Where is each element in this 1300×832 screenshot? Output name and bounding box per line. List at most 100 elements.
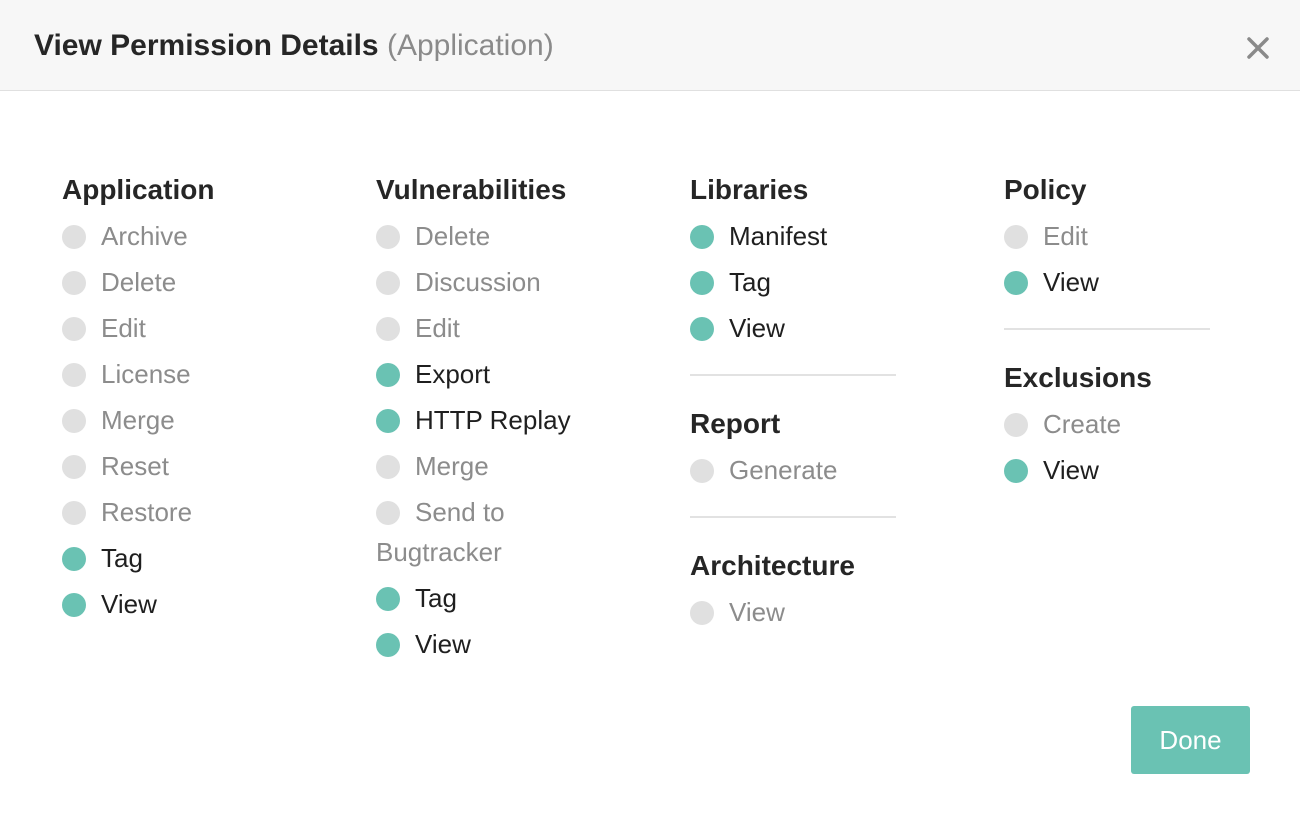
permission-label: Manifest [729,221,828,251]
permission-item: Restore [62,492,302,532]
section-title: Architecture [690,550,855,581]
status-dot-icon [376,271,400,295]
permission-label: View [729,313,785,343]
permission-item: Archive [62,216,302,256]
section-vulnerabilities: Vulnerabilities Delete Discussion Edit E… [376,170,616,664]
permission-item: Tag [690,262,930,302]
done-button[interactable]: Done [1131,706,1250,774]
status-dot-icon [690,225,714,249]
permission-label: Archive [101,221,188,251]
permission-label: Delete [101,267,177,297]
permission-item: Tag [376,578,616,618]
section-architecture: Architecture View [690,546,930,632]
status-dot-icon [62,317,86,341]
status-dot-icon [376,317,400,341]
status-dot-icon [62,225,86,249]
section-title: Libraries [690,174,809,205]
permission-item: View [1004,262,1244,302]
permission-label: HTTP Replay [415,405,571,435]
modal-title: View Permission Details (Application) [34,26,554,66]
permission-label: Create [1043,409,1122,439]
status-dot-icon [62,593,86,617]
permission-label: Tag [101,543,143,573]
permission-item: Generate [690,450,930,490]
status-dot-icon [376,501,400,525]
status-dot-icon [690,459,714,483]
section-divider [690,374,896,376]
section-title: Report [690,408,781,439]
permission-label: View [415,629,471,659]
permission-item: Send to Bugtracker [376,492,616,572]
status-dot-icon [690,601,714,625]
permission-item: Manifest [690,216,930,256]
permission-item: View [690,592,930,632]
section-report: Report Generate [690,404,930,490]
permission-column-3: Libraries Manifest Tag View Report Gener… [690,170,930,638]
permission-item: Create [1004,404,1244,444]
permission-item: Discussion [376,262,616,302]
section-exclusions: Exclusions Create View [1004,358,1244,490]
section-divider [690,516,896,518]
section-application: Application Archive Delete Edit License … [62,170,302,624]
status-dot-icon [1004,271,1028,295]
permission-item: Merge [62,400,302,440]
permission-label: Export [415,359,491,389]
permission-item: View [376,624,616,664]
permission-item: Tag [62,538,302,578]
permission-label: Merge [101,405,175,435]
status-dot-icon [1004,225,1028,249]
permission-label: Delete [415,221,491,251]
section-title: Exclusions [1004,362,1152,393]
permission-label: View [101,589,157,619]
status-dot-icon [376,633,400,657]
permission-label: Tag [729,267,771,297]
permission-item: View [62,584,302,624]
status-dot-icon [62,455,86,479]
close-icon[interactable] [1240,30,1276,66]
status-dot-icon [376,225,400,249]
status-dot-icon [62,501,86,525]
permission-item: Edit [62,308,302,348]
permission-label-line-2: Bugtracker [376,537,502,567]
section-title: Policy [1004,174,1087,205]
permission-label: Tag [415,583,457,613]
permission-item: Delete [376,216,616,256]
status-dot-icon [376,409,400,433]
permission-column-1: Application Archive Delete Edit License … [62,170,302,630]
status-dot-icon [62,271,86,295]
permission-label: Edit [1043,221,1088,251]
permission-item: Delete [62,262,302,302]
permission-label: Merge [415,451,489,481]
section-divider [1004,328,1210,330]
permission-label: Edit [415,313,460,343]
permission-label: Discussion [415,267,541,297]
status-dot-icon [62,409,86,433]
status-dot-icon [1004,459,1028,483]
modal-header: View Permission Details (Application) [0,0,1300,91]
permission-column-4: Policy Edit View Exclusions Create View [1004,170,1244,496]
permission-label: Edit [101,313,146,343]
permission-item: License [62,354,302,394]
permission-label: View [1043,455,1099,485]
status-dot-icon [1004,413,1028,437]
permission-item: HTTP Replay [376,400,616,440]
section-policy: Policy Edit View [1004,170,1244,302]
permission-item: View [1004,450,1244,490]
status-dot-icon [376,587,400,611]
status-dot-icon [376,363,400,387]
permission-item: Reset [62,446,302,486]
status-dot-icon [62,363,86,387]
permission-label: License [101,359,191,389]
permission-label: View [1043,267,1099,297]
modal-title-subtitle: (Application) [386,29,554,62]
permission-column-2: Vulnerabilities Delete Discussion Edit E… [376,170,616,670]
permission-item: Edit [376,308,616,348]
section-title: Vulnerabilities [376,174,567,205]
status-dot-icon [690,271,714,295]
permission-details-modal: View Permission Details (Application) Ap… [0,0,1300,832]
status-dot-icon [376,455,400,479]
status-dot-icon [690,317,714,341]
permission-item: View [690,308,930,348]
section-title: Application [62,174,215,205]
section-libraries: Libraries Manifest Tag View [690,170,930,348]
